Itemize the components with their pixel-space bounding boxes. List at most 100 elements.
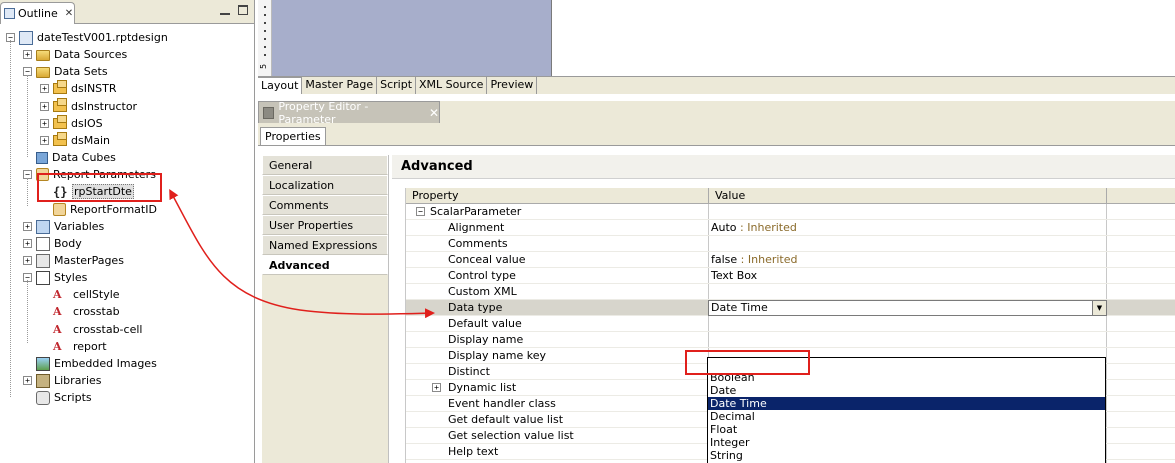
expand-icon[interactable]: + [23, 50, 32, 59]
tree-item-label: dsIOS [71, 117, 103, 130]
property-value[interactable]: Auto : Inherited [709, 220, 797, 236]
dropdown-option-decimal[interactable]: Decimal [708, 410, 1105, 423]
collapse-icon[interactable]: − [416, 207, 425, 216]
dropdown-option-date[interactable]: Date [708, 384, 1105, 397]
editor-tab-master-page[interactable]: Master Page [302, 77, 378, 94]
ruler-tick [264, 6, 266, 8]
property-name: Data type [448, 301, 503, 314]
tree-item-scripts[interactable]: Scripts [23, 389, 93, 406]
property-name: ScalarParameter [430, 205, 522, 218]
tree-item-report[interactable]: Areport [40, 338, 108, 355]
layout-canvas-margin[interactable] [272, 0, 552, 76]
inherited-label: Inherited [747, 221, 797, 234]
editor-tab-xml-source[interactable]: XML Source [416, 77, 488, 94]
tree-item-crosstab[interactable]: Acrosstab [40, 303, 121, 320]
category-named-expressions[interactable]: Named Expressions [262, 235, 388, 255]
tree-item-label: crosstab [73, 305, 120, 318]
layout-canvas[interactable] [553, 0, 1175, 76]
property-name: Distinct [448, 365, 490, 378]
property-row-conceal-value[interactable]: Conceal value false : Inherited [406, 252, 1175, 268]
tree-item-dsmain[interactable]: + dsMain [40, 132, 111, 149]
expand-icon[interactable]: + [40, 136, 49, 145]
expand-icon[interactable]: + [40, 119, 49, 128]
tree-item-data-sources[interactable]: + Data Sources [23, 46, 128, 63]
expand-icon[interactable]: + [432, 383, 441, 392]
expand-icon[interactable]: + [23, 256, 32, 265]
tree-item-label: ReportFormatID [70, 203, 157, 216]
column-header-value[interactable]: Value [709, 188, 1107, 204]
property-row-display-name[interactable]: Display name [406, 332, 1175, 348]
scripts-icon [36, 390, 50, 405]
tree-item-label: dsInstructor [71, 100, 138, 113]
expand-icon[interactable]: + [40, 102, 49, 111]
tree-item-label: Data Sets [54, 65, 108, 78]
property-editor-tab-bar: Property Editor - Parameter ✕ [258, 99, 1175, 126]
inherited-label: Inherited [747, 253, 798, 266]
tree-item-root[interactable]: − dateTestV001.rptdesign [6, 29, 169, 46]
expand-icon[interactable]: + [23, 239, 32, 248]
tree-item-masterpages[interactable]: + MasterPages [23, 252, 125, 269]
tree-item-embedded-images[interactable]: Embedded Images [23, 355, 158, 372]
expand-icon[interactable]: + [23, 222, 32, 231]
tree-item-styles[interactable]: − Styles [23, 269, 88, 286]
tree-item-crosstab-cell[interactable]: Acrosstab-cell [40, 321, 143, 338]
property-row-default-value[interactable]: Default value [406, 316, 1175, 332]
dropdown-option-float[interactable]: Float [708, 423, 1105, 436]
outline-tab-label: Outline [18, 7, 58, 20]
outline-view: Outline ✕ − dateTestV001.rptdesign + Data S… [0, 0, 255, 463]
expand-icon[interactable]: + [40, 84, 49, 93]
property-name: Control type [448, 269, 516, 282]
dropdown-option-date-time[interactable]: Date Time [708, 397, 1105, 410]
property-value[interactable]: false : Inherited [709, 252, 797, 268]
property-row-custom-xml[interactable]: Custom XML [406, 284, 1175, 300]
tree-item-label: report [73, 340, 107, 353]
category-general[interactable]: General [262, 155, 388, 175]
dropdown-arrow-icon[interactable]: ▼ [1092, 301, 1106, 315]
parameter-icon [53, 203, 66, 216]
properties-tab[interactable]: Properties [260, 127, 326, 145]
tree-item-cellstyle[interactable]: AcellStyle [40, 286, 121, 303]
tree-item-data-cubes[interactable]: Data Cubes [23, 149, 117, 166]
dropdown-option-integer[interactable]: Integer [708, 436, 1105, 449]
property-value[interactable]: Text Box [709, 268, 757, 284]
property-row-data-type[interactable]: Data type Date Time ▼ [406, 300, 1175, 316]
category-advanced[interactable]: Advanced [262, 255, 388, 275]
outline-tab-bar: Outline ✕ [0, 0, 254, 24]
tree-guide-line [27, 75, 28, 157]
minimize-icon[interactable] [220, 5, 230, 15]
close-icon[interactable]: ✕ [65, 8, 73, 19]
tree-item-data-sets[interactable]: − Data Sets [23, 63, 109, 80]
dropdown-option-string[interactable]: String [708, 449, 1105, 462]
editor-tab-layout[interactable]: Layout [258, 77, 303, 94]
close-icon[interactable]: ✕ [429, 106, 439, 120]
property-row-scalarparameter[interactable]: − ScalarParameter [406, 204, 1175, 220]
dataset-icon [53, 132, 67, 146]
column-header-property[interactable]: Property [406, 188, 709, 204]
tree-item-dsinstructor[interactable]: + dsInstructor [40, 98, 138, 115]
body-icon [36, 236, 50, 251]
tree-item-body[interactable]: + Body [23, 235, 83, 252]
outline-tab[interactable]: Outline ✕ [0, 2, 75, 24]
outline-view-controls [220, 5, 248, 15]
tree-item-dsinstr[interactable]: + dsINSTR [40, 80, 118, 97]
ruler-tick [264, 46, 266, 48]
property-editor-title: Property Editor - Parameter [278, 99, 369, 126]
property-editor-tab[interactable]: Property Editor - Parameter ✕ [258, 99, 440, 126]
expand-icon[interactable]: + [23, 376, 32, 385]
tree-item-variables[interactable]: + Variables [23, 218, 105, 235]
data-type-combo[interactable]: Date Time ▼ [708, 300, 1107, 316]
category-comments[interactable]: Comments [262, 195, 388, 215]
tree-item-dsios[interactable]: + dsIOS [40, 115, 104, 132]
category-localization[interactable]: Localization [262, 175, 388, 195]
property-row-alignment[interactable]: Alignment Auto : Inherited [406, 220, 1175, 236]
tree-item-libraries[interactable]: + Libraries [23, 372, 103, 389]
report-file-icon [19, 30, 33, 45]
editor-tab-script[interactable]: Script [377, 77, 417, 94]
maximize-icon[interactable] [238, 5, 248, 15]
property-row-comments[interactable]: Comments [406, 236, 1175, 252]
property-row-control-type[interactable]: Control type Text Box [406, 268, 1175, 284]
category-user-properties[interactable]: User Properties [262, 215, 388, 235]
editor-tab-preview[interactable]: Preview [487, 77, 538, 94]
tree-item-reportformatid[interactable]: ReportFormatID [40, 201, 158, 218]
property-editor-body: General Localization Comments User Properti… [258, 145, 1175, 463]
